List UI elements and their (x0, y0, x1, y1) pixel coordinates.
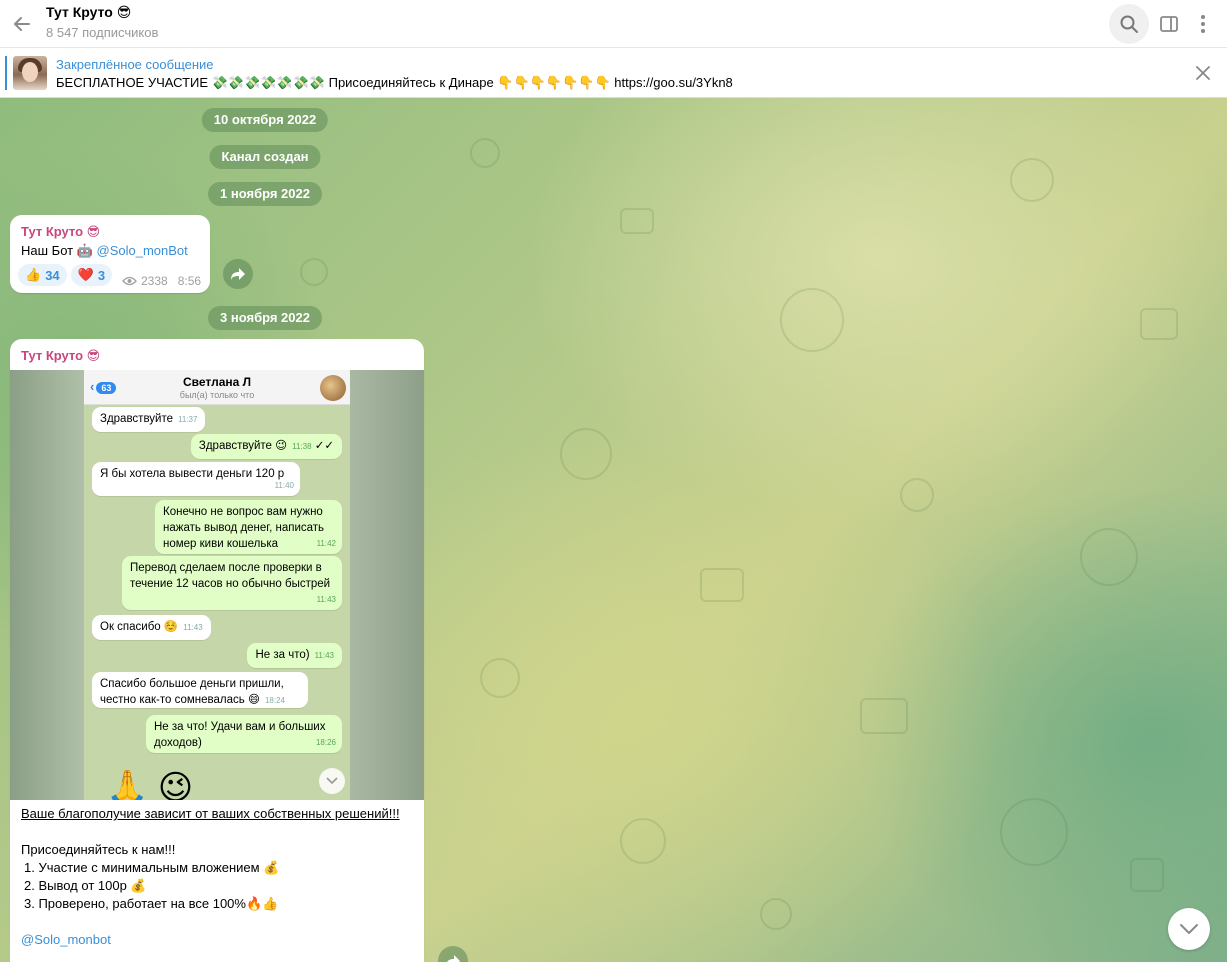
view-count: 2338 (141, 274, 168, 288)
message-time: 8:56 (177, 274, 202, 288)
pinned-indicator (5, 56, 7, 90)
more-menu-button[interactable] (1184, 4, 1222, 44)
screenshot-message: Ок спасибо ☺️ 11:43 (92, 615, 211, 640)
screenshot-big-emoji: 🙏 😉 (106, 769, 194, 800)
message-meta: 2338 8:56 (122, 274, 201, 288)
message-author[interactable]: Тут Круто 😎 (21, 348, 100, 364)
screenshot-message: Я бы хотела вывести деньги 120 р 11:40 (92, 462, 300, 496)
message-author[interactable]: Тут Круто 😎 (21, 224, 100, 240)
screenshot-contact-name: Светлана Л (182, 375, 252, 389)
search-button[interactable] (1109, 4, 1149, 44)
message-text-prefix: Наш Бот 🤖 (21, 243, 97, 258)
date-separator: 1 ноября 2022 (208, 182, 322, 206)
chat-area[interactable]: 10 октября 2022 Канал создан 1 ноября 20… (0, 98, 1227, 962)
forward-icon (447, 955, 460, 962)
date-separator: 3 ноября 2022 (208, 306, 322, 330)
caption-headline: Ваше благополучие зависит от ваших собст… (21, 806, 400, 821)
phone-screenshot: ‹ 63 Светлана Л был(а) только что Здравст… (84, 370, 350, 800)
sidebar-toggle-button[interactable] (1149, 4, 1189, 44)
date-separator: 10 октября 2022 (201, 108, 329, 132)
close-icon[interactable] (1196, 66, 1210, 80)
arrow-left-icon (14, 17, 30, 31)
pinned-thumbnail (13, 56, 47, 90)
reaction-thumbs-up[interactable]: 👍 34 (18, 264, 67, 286)
channel-title[interactable]: Тут Круто 😎 (46, 4, 131, 21)
bot-link[interactable]: @Solo_monBot (97, 243, 188, 258)
forward-icon (231, 268, 245, 280)
reaction-heart[interactable]: ❤️ 3 (70, 264, 113, 286)
caption-list-item: 3. Проверено, работает на все 100%🔥👍 (24, 896, 279, 911)
screenshot-message: Не за что! Удачи вам и больших доходов) 1… (146, 715, 342, 753)
sidebar-toggle-icon (1160, 16, 1178, 32)
channel-created-notice: Канал создан (209, 145, 321, 169)
screenshot-message: Здравствуйте 😉 11:38 ✓✓ (190, 434, 342, 459)
chevron-down-icon (1180, 924, 1198, 934)
forward-button[interactable] (223, 259, 253, 289)
screenshot-scroll-button (319, 768, 345, 794)
screenshot-message: Конечно не вопрос вам нужно нажать вывод… (155, 500, 342, 554)
eye-icon (122, 276, 137, 286)
message-bubble[interactable]: Тут Круто 😎 Наш Бот 🤖 @Solo_monBot 👍 34 ❤️… (10, 215, 210, 293)
screenshot-chat-header: ‹ 63 Светлана Л был(а) только что (84, 370, 350, 405)
screenshot-message: Здравствуйте 11:37 (92, 407, 206, 432)
reactions-row: 👍 34 ❤️ 3 (18, 264, 116, 286)
back-button[interactable] (8, 10, 36, 38)
message-bubble[interactable]: Тут Круто 😎 ‹ 63 Светлана Л был(а) только… (10, 339, 424, 962)
message-text: Наш Бот 🤖 @Solo_monBot (21, 243, 188, 259)
chat-header: Тут Круто 😎 8 547 подписчиков (0, 0, 1227, 48)
chevron-down-icon (326, 777, 338, 785)
pinned-message-bar[interactable]: Закреплённое сообщение БЕСПЛАТНОЕ УЧАСТИ… (0, 48, 1227, 98)
bot-link[interactable]: @Solo_monbot (21, 931, 421, 949)
more-vertical-icon (1201, 15, 1205, 33)
caption-list-item: 1. Участие с минимальным вложением 💰 (24, 860, 280, 875)
screenshot-avatar (320, 375, 346, 401)
screenshot-contact-status: был(а) только что (179, 390, 255, 400)
forward-button[interactable] (438, 946, 468, 962)
pinned-text: БЕСПЛАТНОЕ УЧАСТИЕ 💸💸💸💸💸💸💸 Присоединяйте… (56, 75, 733, 90)
subscriber-count: 8 547 подписчиков (46, 25, 159, 40)
message-photo[interactable]: ‹ 63 Светлана Л был(а) только что Здравст… (10, 370, 424, 800)
screenshot-message: Перевод сделаем после проверки в течение… (122, 556, 342, 610)
scroll-to-bottom-button[interactable] (1168, 908, 1210, 950)
pinned-label: Закреплённое сообщение (56, 57, 214, 72)
caption-list-item: 2. Вывод от 100р 💰 (24, 878, 147, 893)
screenshot-message: Не за что) 11:43 (247, 643, 342, 668)
search-icon (1120, 15, 1138, 33)
screenshot-message: Спасибо большое деньги пришли, честно ка… (92, 672, 308, 708)
caption-join: Присоединяйтесь к нам!!! (21, 842, 176, 857)
